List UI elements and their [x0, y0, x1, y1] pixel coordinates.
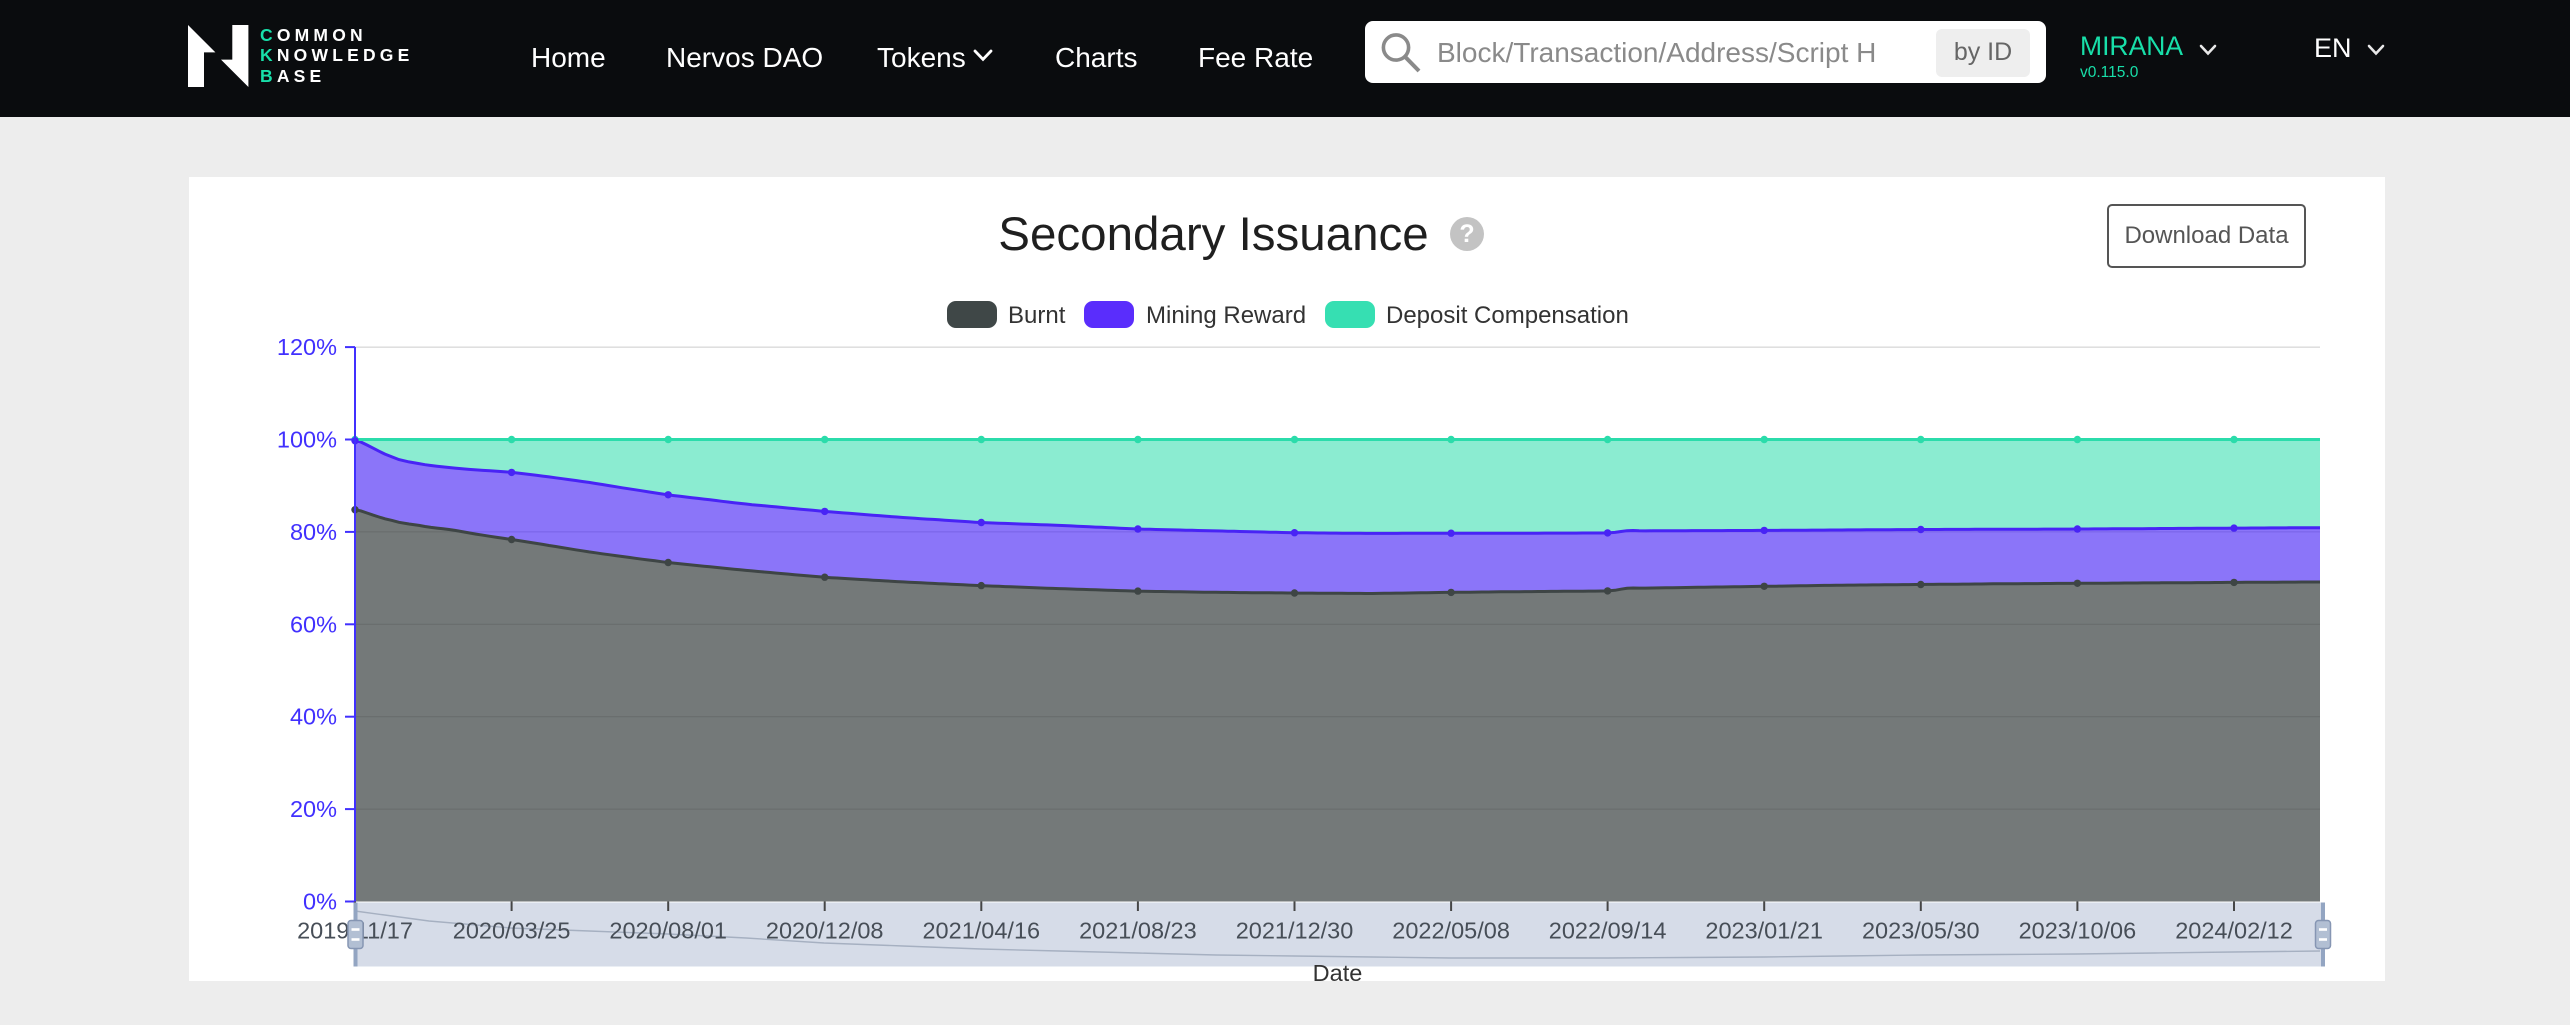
- svg-text:2020/03/25: 2020/03/25: [453, 918, 571, 944]
- svg-text:Date: Date: [1313, 960, 1363, 981]
- svg-text:2023/10/06: 2023/10/06: [2019, 918, 2137, 944]
- svg-text:40%: 40%: [290, 704, 337, 730]
- svg-text:2020/08/01: 2020/08/01: [609, 918, 727, 944]
- svg-text:2022/09/14: 2022/09/14: [1549, 918, 1667, 944]
- svg-text:2021/04/16: 2021/04/16: [922, 918, 1040, 944]
- svg-text:80%: 80%: [290, 519, 337, 545]
- svg-text:2022/05/08: 2022/05/08: [1392, 918, 1510, 944]
- svg-text:2021/08/23: 2021/08/23: [1079, 918, 1197, 944]
- svg-text:2023/05/30: 2023/05/30: [1862, 918, 1980, 944]
- svg-text:100%: 100%: [277, 427, 337, 453]
- svg-text:2020/12/08: 2020/12/08: [766, 918, 884, 944]
- svg-text:2021/12/30: 2021/12/30: [1236, 918, 1354, 944]
- svg-text:0%: 0%: [303, 889, 337, 915]
- svg-text:2024/02/12: 2024/02/12: [2175, 918, 2293, 944]
- svg-text:2023/01/21: 2023/01/21: [1705, 918, 1823, 944]
- svg-text:60%: 60%: [290, 611, 337, 637]
- svg-text:120%: 120%: [277, 334, 337, 360]
- svg-text:20%: 20%: [290, 796, 337, 822]
